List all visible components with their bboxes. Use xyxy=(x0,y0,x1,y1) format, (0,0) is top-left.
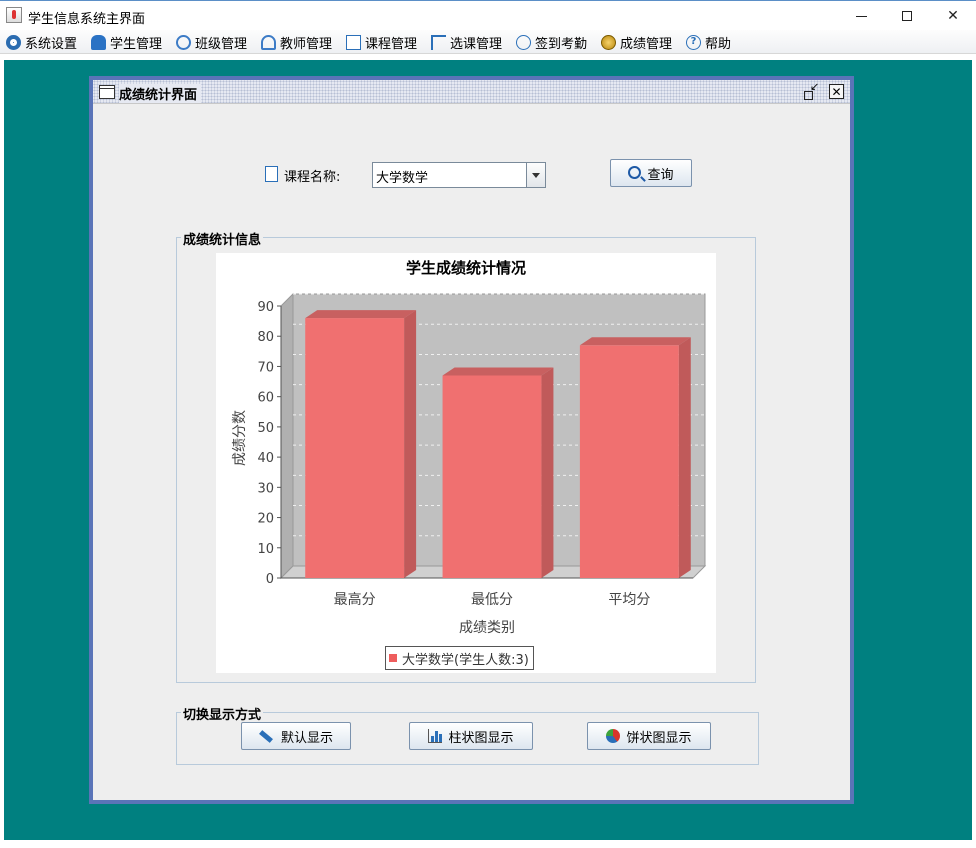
y-tick-label: 70 xyxy=(257,360,274,375)
attendance-icon xyxy=(516,34,531,50)
course-select-value: 大学数学 xyxy=(376,171,429,186)
query-button[interactable]: 查询 xyxy=(610,159,692,187)
y-tick-label: 0 xyxy=(266,572,274,587)
bar-top xyxy=(305,310,417,319)
menu-course-management[interactable]: 课程管理 xyxy=(346,33,418,52)
y-tick-label: 30 xyxy=(257,481,274,496)
chart-title: 学生成绩统计情况 xyxy=(405,259,526,277)
title-bar: 学生信息系统主界面 ✕ xyxy=(0,0,976,30)
pencil-icon xyxy=(259,729,273,743)
score-stats-legend: 成绩统计信息 xyxy=(181,229,264,248)
pie-chart-display-button[interactable]: 饼状图显示 xyxy=(587,722,711,750)
display-mode-legend: 切换显示方式 xyxy=(181,704,264,723)
query-button-label: 查询 xyxy=(647,167,674,183)
maximize-button[interactable] xyxy=(884,1,930,31)
course-icon xyxy=(265,166,278,182)
menu-system-settings[interactable]: 系统设置 xyxy=(6,33,78,52)
menu-label: 成绩管理 xyxy=(620,36,673,52)
course-select[interactable]: 大学数学 xyxy=(372,162,546,188)
legend-label: 大学数学(学生人数:3) xyxy=(402,652,529,668)
frame-title-bar[interactable]: 成绩统计界面 ✕ xyxy=(93,80,850,104)
bar-chart: 0 10 20 30 40 50 60 70 80 90 最高分 最低分 平均分成绩类别 成绩分数 xyxy=(232,292,707,636)
x-axis-label: 成绩类别 xyxy=(459,620,515,636)
menu-course-selection[interactable]: 选课管理 xyxy=(431,33,503,52)
frame-title: 成绩统计界面 xyxy=(119,84,202,103)
maximize-icon xyxy=(902,11,912,21)
menu-student-management[interactable]: 学生管理 xyxy=(91,33,163,52)
class-icon xyxy=(176,34,191,50)
chevron-down-icon[interactable] xyxy=(526,163,545,187)
bar-chart-panel: 0 10 20 30 40 50 60 70 80 90 最高分 最低分 平均分成绩类别 成绩分数 学生成… xyxy=(216,253,716,673)
y-axis-label: 成绩分数 xyxy=(232,410,248,466)
menu-bar: 系统设置 学生管理 班级管理 教师管理 课程管理 选课管理 签到考勤 成绩管理 … xyxy=(0,30,976,54)
menu-label: 系统设置 xyxy=(25,36,78,52)
menu-label: 选课管理 xyxy=(450,36,503,52)
legend-swatch xyxy=(389,654,397,662)
bar xyxy=(579,345,679,578)
menu-label: 帮助 xyxy=(705,36,732,52)
minimize-icon xyxy=(855,15,867,17)
window-bottom-edge xyxy=(0,840,976,848)
menu-class-management[interactable]: 班级管理 xyxy=(176,33,248,52)
bar xyxy=(305,318,405,578)
menu-label: 教师管理 xyxy=(280,36,333,52)
score-stats-group: 成绩统计信息 0 10 20 30 40 50 60 70 80 90 最高分 最低分 平均分成绩类别 成… xyxy=(176,229,756,683)
help-icon: ? xyxy=(686,34,701,50)
menu-attendance[interactable]: 签到考勤 xyxy=(516,33,588,52)
course-icon xyxy=(346,34,361,50)
y-tick-label: 20 xyxy=(257,512,274,527)
bar-chart-display-button[interactable]: 柱状图显示 xyxy=(409,722,533,750)
close-icon: ✕ xyxy=(831,84,842,99)
window-title: 学生信息系统主界面 xyxy=(28,12,146,27)
plot-left-wall xyxy=(280,292,294,580)
x-category-label: 平均分 xyxy=(608,592,650,608)
x-category-label: 最高分 xyxy=(334,591,376,608)
teacher-icon xyxy=(261,34,276,50)
y-tick-label: 50 xyxy=(257,421,274,436)
bar-side xyxy=(678,337,691,578)
menu-teacher-management[interactable]: 教师管理 xyxy=(261,33,333,52)
pie-chart-icon xyxy=(606,729,621,743)
minimize-button[interactable] xyxy=(838,1,884,31)
bar-top xyxy=(579,337,691,346)
search-icon xyxy=(628,165,642,179)
y-tick-label: 10 xyxy=(257,542,274,557)
menu-label: 学生管理 xyxy=(110,36,163,52)
y-tick-label: 60 xyxy=(257,391,274,406)
close-icon: ✕ xyxy=(947,8,959,24)
bar-side xyxy=(404,310,417,578)
score-statistics-frame: 成绩统计界面 ✕ 课程名称: 大学数学 查询 成绩统计信息 0 10 20 30 40 5… xyxy=(89,76,854,804)
default-display-label: 默认显示 xyxy=(280,730,333,746)
pie-chart-display-label: 饼状图显示 xyxy=(626,730,692,746)
y-tick-label: 80 xyxy=(257,330,274,345)
select-course-icon xyxy=(431,34,446,50)
x-category-label: 最低分 xyxy=(471,592,513,608)
java-app-icon xyxy=(6,7,22,23)
y-tick-label: 40 xyxy=(257,451,274,466)
bar xyxy=(442,375,542,578)
frame-content: 成绩统计界面 ✕ 课程名称: 大学数学 查询 成绩统计信息 0 10 20 30 40 5… xyxy=(93,80,850,800)
bar-side xyxy=(541,367,554,578)
bar-chart-icon xyxy=(428,729,443,743)
course-name-label: 课程名称: xyxy=(284,170,341,185)
close-button[interactable]: ✕ xyxy=(930,1,976,31)
menu-help[interactable]: ? 帮助 xyxy=(686,33,732,52)
frame-close-button[interactable]: ✕ xyxy=(829,84,844,99)
frame-restore-button[interactable] xyxy=(803,80,819,100)
menu-score-management[interactable]: 成绩管理 xyxy=(601,33,673,52)
chart-legend: 大学数学(学生人数:3) xyxy=(385,646,534,670)
frame-window-icon xyxy=(99,85,115,99)
default-display-button[interactable]: 默认显示 xyxy=(241,722,351,750)
bar-top xyxy=(442,367,554,376)
y-tick-label: 90 xyxy=(257,300,274,315)
gear-icon xyxy=(6,34,21,50)
bar-chart-display-label: 柱状图显示 xyxy=(448,730,514,746)
menu-label: 班级管理 xyxy=(195,36,248,52)
menu-label: 课程管理 xyxy=(365,36,418,52)
display-mode-group: 切换显示方式 默认显示 柱状图显示 饼状图显示 xyxy=(176,704,759,765)
menu-label: 签到考勤 xyxy=(535,36,588,52)
student-icon xyxy=(91,34,106,50)
score-icon xyxy=(601,34,616,50)
